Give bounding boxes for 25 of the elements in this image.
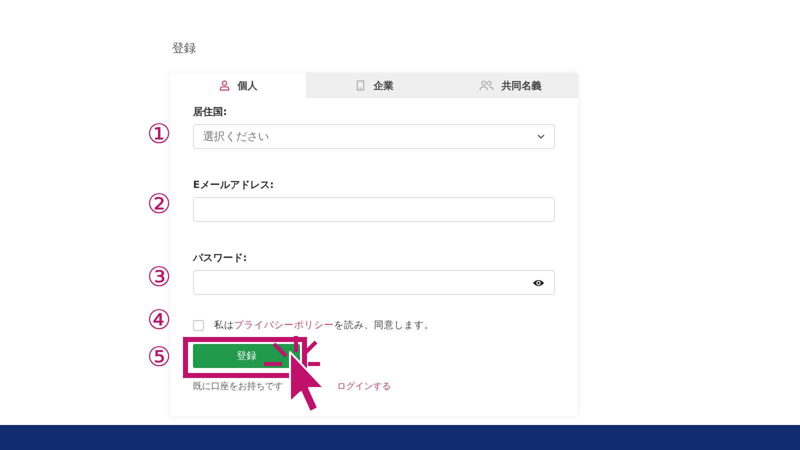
step-number: ③ — [147, 262, 172, 294]
step-number: ② — [147, 189, 172, 221]
privacy-policy-link[interactable]: プライバシーポリシー — [234, 320, 334, 331]
chevron-down-icon — [537, 134, 545, 139]
field-label: パスワード: — [193, 252, 248, 266]
tab[interactable]: 共同名義 — [442, 73, 578, 98]
tab[interactable]: 企業 — [306, 73, 442, 98]
step-number: ① — [147, 119, 172, 151]
consent-text: 私はプライバシーポリシー を読み、同意します。 — [214, 319, 434, 332]
people-icon — [478, 80, 494, 91]
document-icon — [354, 80, 366, 91]
email-field[interactable] — [193, 197, 555, 222]
password-field[interactable] — [193, 270, 555, 295]
login-link[interactable]: ログインする — [337, 380, 391, 393]
login-prompt: 既に口座をお持ちです — [193, 380, 283, 393]
person-icon — [218, 80, 230, 91]
consent-checkbox[interactable] — [193, 320, 204, 331]
step-number: ⑤ — [147, 342, 172, 374]
country-select[interactable]: 選択ください — [193, 124, 555, 149]
tab[interactable]: 個人 — [170, 73, 306, 98]
step-number: ④ — [147, 305, 172, 337]
page-title: 登録 — [172, 40, 197, 57]
eye-icon[interactable] — [532, 278, 545, 288]
field-label: 居住国: — [193, 106, 228, 120]
field-label: Eメールアドレス: — [193, 179, 275, 193]
